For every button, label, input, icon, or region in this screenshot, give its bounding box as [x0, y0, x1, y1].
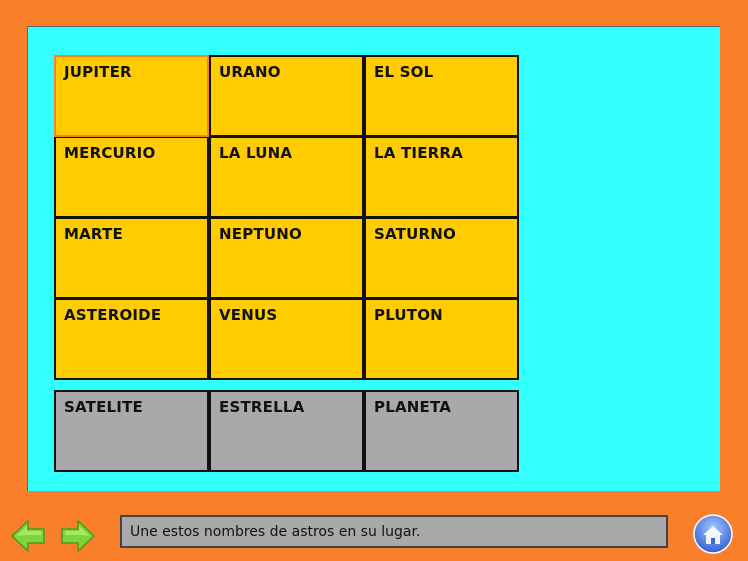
- left-arrow-icon[interactable]: [10, 518, 46, 554]
- piece-cell[interactable]: PLANETA: [364, 390, 519, 472]
- grid-cell[interactable]: MERCURIO: [54, 136, 209, 218]
- grid-cell[interactable]: URANO: [209, 55, 364, 137]
- grid-cell[interactable]: LA TIERRA: [364, 136, 519, 218]
- grid-cell[interactable]: MARTE: [54, 217, 209, 299]
- grid-cell[interactable]: LA LUNA: [209, 136, 364, 218]
- grid-cell[interactable]: NEPTUNO: [209, 217, 364, 299]
- grid-cell[interactable]: ASTEROIDE: [54, 298, 209, 380]
- status-message: Une estos nombres de astros en su lugar.: [120, 515, 668, 548]
- grid-cell[interactable]: JUPITER: [54, 55, 209, 137]
- piece-cell[interactable]: ESTRELLA: [209, 390, 364, 472]
- grid-cell[interactable]: SATURNO: [364, 217, 519, 299]
- right-arrow-icon[interactable]: [60, 518, 96, 554]
- grid-cell[interactable]: VENUS: [209, 298, 364, 380]
- grid-cell[interactable]: EL SOL: [364, 55, 519, 137]
- grid-cell[interactable]: PLUTON: [364, 298, 519, 380]
- home-icon[interactable]: [693, 514, 733, 554]
- piece-cell[interactable]: SATELITE: [54, 390, 209, 472]
